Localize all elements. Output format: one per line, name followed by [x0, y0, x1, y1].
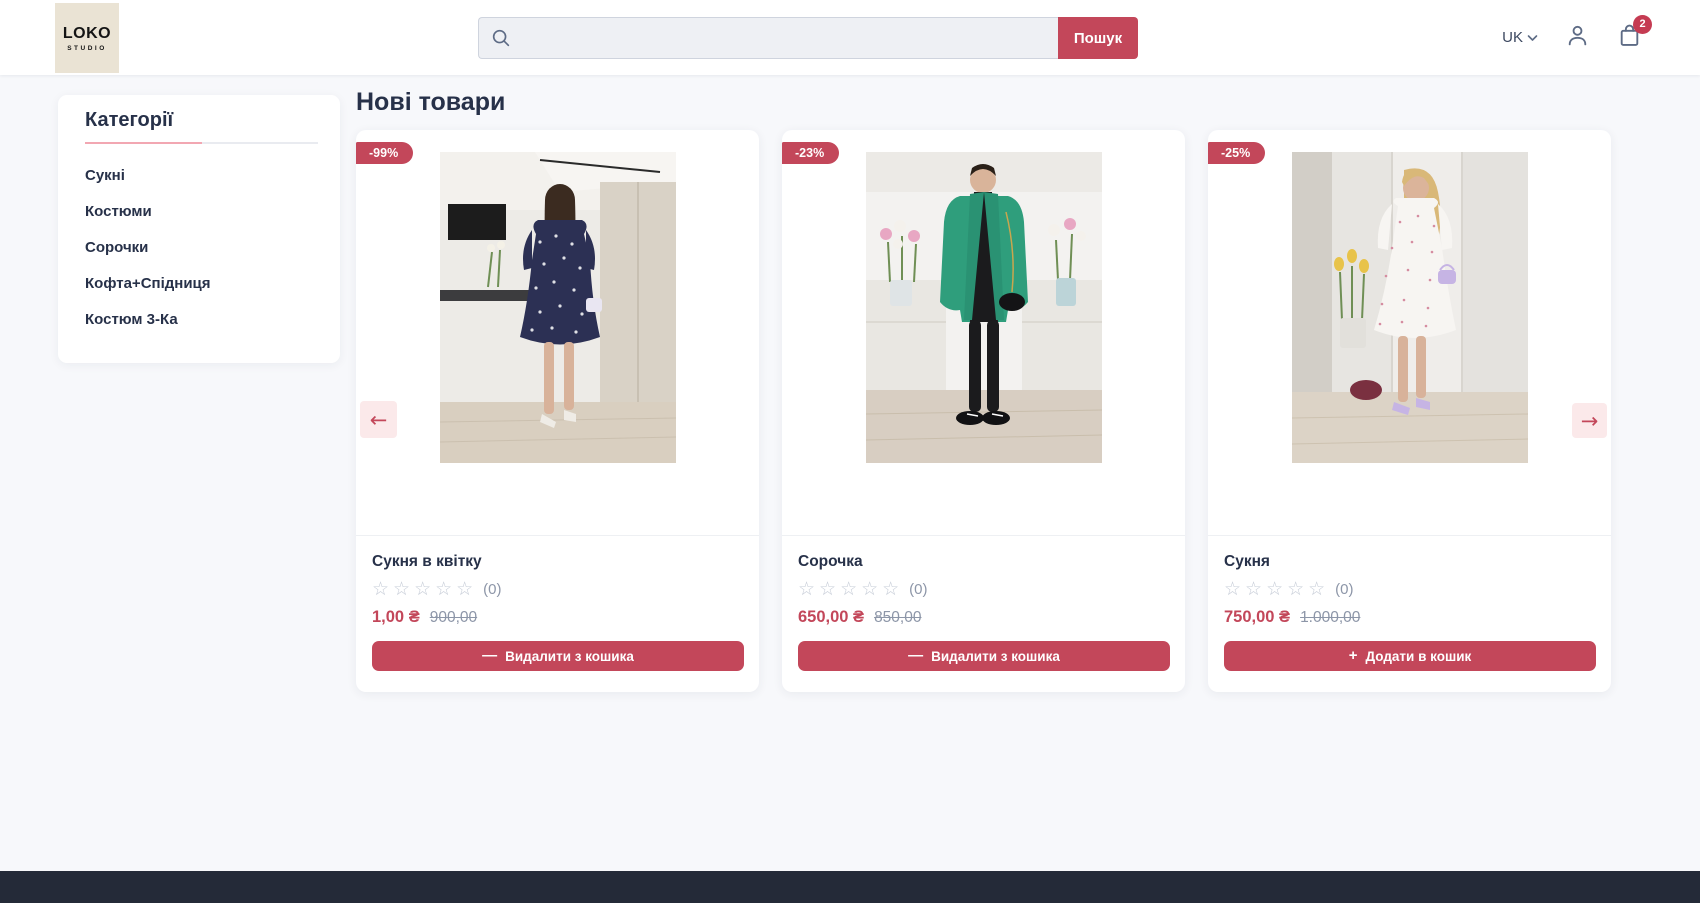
- current-price: 650,00 ₴: [798, 608, 864, 627]
- star-rating-icons: ☆☆☆☆☆: [1224, 579, 1329, 599]
- product-title[interactable]: Сукня: [1224, 553, 1596, 571]
- add-to-cart-button[interactable]: + Додати в кошик: [1224, 641, 1596, 671]
- product-photo[interactable]: [356, 130, 759, 535]
- discount-badge: -23%: [782, 142, 839, 164]
- current-price: 1,00 ₴: [372, 608, 420, 627]
- logo-text: LOKO: [63, 25, 111, 43]
- minus-icon: —: [482, 649, 497, 663]
- categories-panel: Категорії Сукні Костюми Сорочки Кофта+Сп…: [58, 95, 340, 363]
- star-rating-icons: ☆☆☆☆☆: [798, 579, 903, 599]
- product-image-dress-polka: [440, 152, 676, 463]
- rating-row: ☆☆☆☆☆ (0): [798, 579, 1170, 599]
- language-label: UK: [1502, 29, 1523, 46]
- product-title[interactable]: Сукня в квітку: [372, 553, 744, 571]
- arrow-left-icon: ←: [370, 408, 388, 432]
- cart-count-badge: 2: [1633, 15, 1652, 34]
- categories-title: Категорії: [85, 109, 316, 132]
- language-selector[interactable]: UK: [1502, 29, 1538, 46]
- product-card: -99%: [356, 130, 759, 692]
- rating-count: (0): [909, 581, 927, 598]
- search-button[interactable]: Пошук: [1058, 17, 1138, 59]
- logo-subtext: STUDIO: [67, 45, 107, 52]
- sidebar-item-kofta-spidnytsya[interactable]: Кофта+Спідниця: [85, 266, 316, 302]
- search-bar: Пошук: [478, 17, 1138, 59]
- sidebar-item-kostyumy[interactable]: Костюми: [85, 194, 316, 230]
- product-title[interactable]: Сорочка: [798, 553, 1170, 571]
- product-info: Сукня в квітку ☆☆☆☆☆ (0) 1,00 ₴ 900,00 —…: [356, 535, 759, 692]
- product-image-white-dress: [1292, 152, 1528, 463]
- sidebar-item-kostyum-3ka[interactable]: Костюм 3-Ка: [85, 302, 316, 338]
- product-image-green-shirt: [866, 152, 1102, 463]
- rating-row: ☆☆☆☆☆ (0): [372, 579, 744, 599]
- rating-count: (0): [1335, 581, 1353, 598]
- product-card: -23%: [782, 130, 1185, 692]
- category-list: Сукні Костюми Сорочки Кофта+Спідниця Кос…: [85, 158, 316, 338]
- user-icon: [1565, 23, 1590, 53]
- price-row: 650,00 ₴ 850,00: [798, 608, 1170, 627]
- footer: [0, 871, 1700, 903]
- button-label: Видалити з кошика: [505, 649, 634, 664]
- cart-button[interactable]: 2: [1616, 25, 1642, 51]
- discount-badge: -25%: [1208, 142, 1265, 164]
- header-actions: UK 2: [1502, 0, 1642, 75]
- product-photo[interactable]: [1208, 130, 1611, 535]
- product-card: -25%: [1208, 130, 1611, 692]
- rating-count: (0): [483, 581, 501, 598]
- price-row: 1,00 ₴ 900,00: [372, 608, 744, 627]
- arrow-right-icon: →: [1581, 409, 1599, 433]
- header: LOKO STUDIO Пошук UK 2: [0, 0, 1700, 75]
- sidebar-item-sukni[interactable]: Сукні: [85, 158, 316, 194]
- product-info: Сорочка ☆☆☆☆☆ (0) 650,00 ₴ 850,00 — Вида…: [782, 535, 1185, 692]
- minus-icon: —: [908, 649, 923, 663]
- carousel-prev-button[interactable]: ←: [360, 401, 397, 438]
- page-title: Нові товари: [356, 88, 505, 117]
- remove-from-cart-button[interactable]: — Видалити з кошика: [798, 641, 1170, 671]
- logo[interactable]: LOKO STUDIO: [55, 3, 119, 73]
- old-price: 850,00: [874, 609, 921, 627]
- discount-badge: -99%: [356, 142, 413, 164]
- chevron-down-icon: [1527, 29, 1538, 46]
- carousel-next-button[interactable]: →: [1572, 403, 1607, 438]
- title-underline: [85, 142, 318, 144]
- plus-icon: +: [1349, 649, 1358, 663]
- star-rating-icons: ☆☆☆☆☆: [372, 579, 477, 599]
- sidebar-item-sorochky[interactable]: Сорочки: [85, 230, 316, 266]
- current-price: 750,00 ₴: [1224, 608, 1290, 627]
- old-price: 900,00: [430, 609, 477, 627]
- old-price: 1.000,00: [1300, 609, 1360, 627]
- account-button[interactable]: [1564, 25, 1590, 51]
- product-info: Сукня ☆☆☆☆☆ (0) 750,00 ₴ 1.000,00 + Дода…: [1208, 535, 1611, 692]
- rating-row: ☆☆☆☆☆ (0): [1224, 579, 1596, 599]
- remove-from-cart-button[interactable]: — Видалити з кошика: [372, 641, 744, 671]
- search-icon: [490, 27, 512, 49]
- button-label: Видалити з кошика: [931, 649, 1060, 664]
- search-input[interactable]: [478, 17, 1058, 59]
- button-label: Додати в кошик: [1365, 649, 1471, 664]
- price-row: 750,00 ₴ 1.000,00: [1224, 608, 1596, 627]
- product-photo[interactable]: [782, 130, 1185, 535]
